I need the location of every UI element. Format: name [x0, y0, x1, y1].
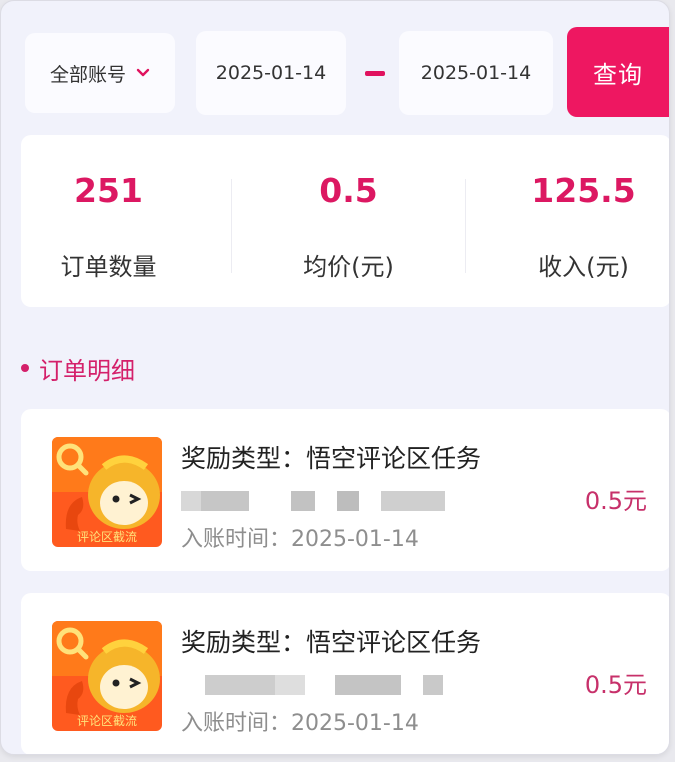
order-item[interactable]: 评论区截流 奖励类型：悟空评论区任务 入账时间：2025-01-14 0.5元: [21, 593, 669, 754]
stat-order-count: 251 订单数量: [21, 135, 196, 307]
order-item[interactable]: 评论区截流 奖励类型：悟空评论区任务 入账时间：2025-01-14 0.5元: [21, 409, 669, 571]
chevron-down-icon: [136, 68, 150, 78]
start-date-value: 2025-01-14: [215, 62, 327, 84]
order-time: 入账时间：2025-01-14: [181, 527, 419, 552]
svg-text:评论区截流: 评论区截流: [77, 530, 137, 544]
stat-order-count-label: 订单数量: [60, 253, 157, 281]
masked-order-info: [181, 491, 445, 511]
start-date-field[interactable]: 2025-01-14: [196, 31, 346, 115]
stat-order-count-value: 251: [74, 171, 143, 210]
account-selector[interactable]: 全部账号: [25, 33, 175, 113]
stat-divider: [465, 179, 466, 273]
account-selector-label: 全部账号: [49, 63, 126, 86]
stat-income-value: 125.5: [531, 171, 636, 210]
wukong-comment-task-icon: 评论区截流: [52, 621, 162, 731]
masked-order-info: [181, 675, 443, 695]
end-date-value: 2025-01-14: [420, 62, 532, 84]
stat-divider: [231, 179, 232, 273]
section-header: 订单明细: [21, 351, 135, 385]
stat-avg-price-label: 均价(元): [303, 253, 394, 281]
svg-text:评论区截流: 评论区截流: [77, 714, 137, 728]
stats-panel: 251 订单数量 0.5 均价(元) 125.5 收入(元): [21, 135, 669, 307]
order-amount: 0.5元: [584, 487, 647, 515]
order-reward-type: 奖励类型：悟空评论区任务: [181, 628, 482, 657]
stat-income-label: 收入(元): [538, 253, 629, 281]
order-reward-type: 奖励类型：悟空评论区任务: [181, 444, 482, 473]
wukong-comment-task-icon: 评论区截流: [52, 437, 162, 547]
bullet-dot-icon: [21, 364, 29, 372]
query-button[interactable]: 查询: [567, 27, 669, 117]
order-amount: 0.5元: [584, 671, 647, 699]
stat-income: 125.5 收入(元): [496, 135, 669, 307]
app-frame: 全部账号 2025-01-14 2025-01-14 查询 251 订单数量 0…: [0, 0, 670, 755]
stat-avg-price: 0.5 均价(元): [261, 135, 436, 307]
stat-avg-price-value: 0.5: [319, 171, 378, 210]
date-range-separator: [365, 71, 385, 76]
end-date-field[interactable]: 2025-01-14: [399, 31, 553, 115]
section-title: 订单明细: [39, 356, 135, 385]
order-time: 入账时间：2025-01-14: [181, 711, 419, 736]
